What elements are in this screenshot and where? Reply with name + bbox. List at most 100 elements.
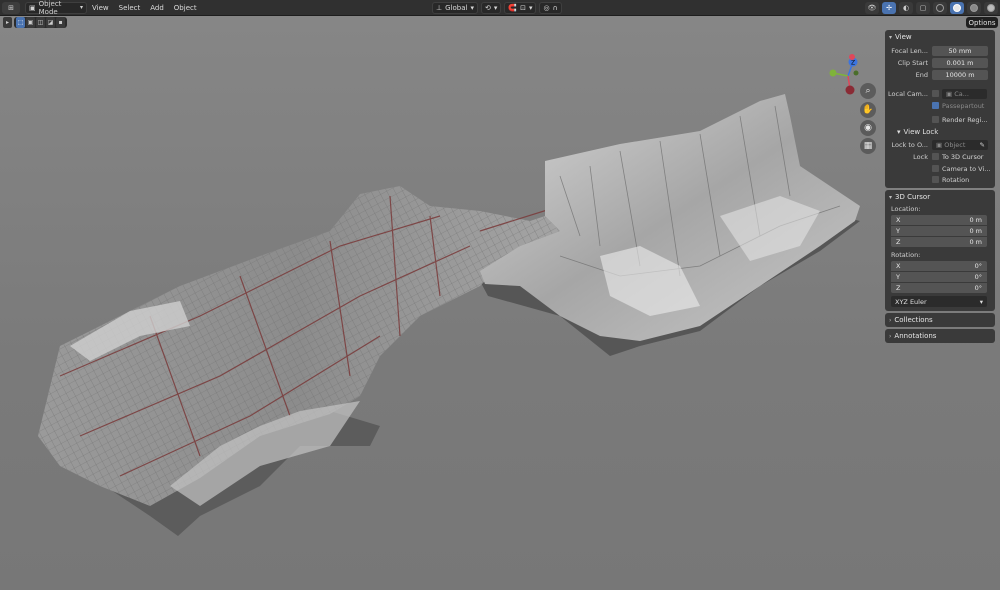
collections-panel-header[interactable]: › Collections — [885, 313, 995, 327]
transform-orientation-label: Global — [445, 4, 468, 12]
material-shading-icon[interactable] — [967, 2, 981, 14]
local-camera-label: Local Cam... — [888, 89, 928, 98]
focal-length-label: Focal Len... — [891, 46, 928, 55]
select-box-icon[interactable]: ⬚ — [16, 17, 25, 28]
editor-type-button[interactable]: ⊞ — [2, 1, 20, 14]
chevron-down-icon: ▾ — [493, 4, 498, 12]
sidebar-n-panel: ▾ View Focal Len... 50 mm Clip Start 0.001… — [885, 30, 995, 345]
cursor-location-y-field[interactable]: Y 0 m — [891, 226, 987, 236]
cursor-location-y-label: Y — [896, 227, 900, 235]
chevron-down-icon: ▾ — [470, 4, 474, 12]
lock-to-cursor-label: To 3D Cursor — [942, 152, 984, 161]
cursor-rotation-z-label: Z — [896, 284, 901, 292]
xray-toggle-icon[interactable]: ▢ — [916, 2, 930, 14]
camera-to-view-checkbox[interactable] — [932, 165, 939, 172]
cursor-rotation-z-field[interactable]: Z 0° — [891, 283, 987, 293]
ortho-grid-icon[interactable]: ▦ — [860, 138, 876, 154]
cursor-rotation-x-label: X — [896, 262, 901, 270]
passepartout-checkbox[interactable] — [932, 102, 939, 109]
transform-orientation-select[interactable]: ⊥ Global ▾ — [432, 2, 478, 14]
annotations-panel: › Annotations — [885, 329, 995, 343]
chevron-down-icon: ▾ — [79, 4, 83, 11]
cursor-location-x-field[interactable]: X 0 m — [891, 215, 987, 225]
cursor-location-y-value: 0 m — [969, 227, 982, 235]
select-subtract-icon[interactable]: ◫ — [36, 17, 45, 28]
tool-menu-icon[interactable]: ▸ — [3, 17, 12, 28]
options-button[interactable]: Options — [966, 17, 998, 28]
select-extend-icon[interactable]: ▣ — [26, 17, 35, 28]
focal-length-field[interactable]: 50 mm — [932, 45, 988, 56]
lock-to-object-field[interactable]: ▣ Object ✎ — [932, 139, 988, 150]
orientation-icon: ⊥ — [436, 4, 443, 12]
viewport-header: ⊞ ▣ Object Mode ▾ View Select Add Object… — [0, 0, 1000, 16]
clip-end-field[interactable]: 10000 m — [932, 69, 988, 80]
zoom-icon[interactable]: ⌕ — [860, 83, 876, 99]
rotation-mode-value: XYZ Euler — [895, 297, 927, 306]
camera-view-icon[interactable]: ◉ — [860, 120, 876, 136]
3d-cursor-panel-header[interactable]: ▾ 3D Cursor — [885, 190, 995, 204]
collections-panel-title: Collections — [894, 316, 933, 324]
pivot-icon: ⟲ — [484, 4, 491, 12]
clip-start-label: Clip Start — [897, 58, 928, 67]
menu-view[interactable]: View — [87, 2, 114, 14]
clip-start-field[interactable]: 0.001 m — [932, 57, 988, 68]
annotations-panel-header[interactable]: › Annotations — [885, 329, 995, 343]
chevron-down-icon: ▾ — [897, 127, 901, 136]
view-panel-header[interactable]: ▾ View — [885, 30, 995, 44]
local-camera-field[interactable]: ▣ Ca... — [942, 88, 987, 99]
cursor-rotation-y-value: 0° — [974, 273, 982, 281]
cursor-rotation-y-field[interactable]: Y 0° — [891, 272, 987, 282]
mode-select[interactable]: ▣ Object Mode ▾ — [25, 0, 87, 16]
pan-hand-icon[interactable]: ✋ — [860, 102, 876, 118]
menu-select[interactable]: Select — [114, 2, 146, 14]
render-region-label: Render Regi... — [942, 115, 988, 124]
lock-rotation-checkbox[interactable] — [932, 176, 939, 183]
view-lock-title: View Lock — [903, 127, 939, 136]
snap-icon: 🧲 — [508, 4, 518, 12]
object-mode-icon: ▣ — [29, 3, 36, 12]
chevron-down-icon: ▾ — [528, 4, 533, 12]
cursor-location-z-field[interactable]: Z 0 m — [891, 237, 987, 247]
passepartout-label: Passepartout — [942, 101, 985, 110]
render-region-checkbox[interactable] — [932, 116, 939, 123]
gizmo-z-label: Z — [851, 60, 855, 67]
camera-icon: ▣ — [946, 89, 955, 98]
pivot-point-select[interactable]: ⟲ ▾ — [480, 2, 502, 14]
select-intersect-icon[interactable]: ▪ — [56, 17, 65, 28]
overlay-toggle-icon[interactable]: ◐ — [899, 2, 913, 14]
local-camera-value: Ca... — [954, 89, 969, 98]
cursor-rotation-x-field[interactable]: X 0° — [891, 261, 987, 271]
lock-to-cursor-checkbox[interactable] — [932, 153, 939, 160]
view-lock-header[interactable]: ▾ View Lock — [885, 125, 995, 138]
chevron-down-icon: ▾ — [889, 193, 893, 201]
editor-type-icon: ⊞ — [8, 3, 14, 12]
gizmo-toggle-icon[interactable]: ✢ — [882, 2, 896, 14]
cursor-location-x-value: 0 m — [969, 216, 982, 224]
3d-viewport[interactable]: Z ⌕ ✋ ◉ ▦ — [0, 16, 1000, 590]
cursor-location-label: Location: — [891, 205, 921, 213]
3d-cursor-panel-title: 3D Cursor — [895, 193, 931, 201]
clip-end-label: End — [915, 70, 928, 79]
rendered-shading-icon[interactable] — [984, 2, 998, 14]
mode-select-label: Object Mode — [38, 0, 62, 16]
eyedropper-icon[interactable]: ✎ — [980, 140, 988, 150]
visibility-icon[interactable]: 👁 — [865, 2, 879, 14]
proportional-edit-toggle[interactable]: ◎ ∩ — [539, 2, 562, 14]
local-camera-checkbox[interactable] — [932, 90, 939, 97]
collections-panel: › Collections — [885, 313, 995, 327]
viewport-display-tools: 👁 ✢ ◐ ▢ — [865, 2, 998, 14]
selection-mode-group: ⬚ ▣ ◫ ◪ ▪ — [14, 17, 67, 28]
camera-to-view-label: Camera to Vi... — [942, 164, 991, 173]
menu-object[interactable]: Object — [169, 2, 202, 14]
proportional-edit-icon: ◎ — [543, 4, 550, 12]
solid-shading-icon[interactable] — [950, 2, 964, 14]
snap-increment-icon: ⊡ — [520, 4, 526, 12]
snap-toggle[interactable]: 🧲 ⊡ ▾ — [504, 2, 537, 14]
rotation-mode-select[interactable]: XYZ Euler ▾ — [891, 296, 987, 307]
falloff-icon: ∩ — [552, 4, 558, 12]
wireframe-shading-icon[interactable] — [933, 2, 947, 14]
menu-add[interactable]: Add — [145, 2, 169, 14]
cursor-rotation-y-label: Y — [896, 273, 900, 281]
cursor-location-z-value: 0 m — [969, 238, 982, 246]
select-invert-icon[interactable]: ◪ — [46, 17, 55, 28]
